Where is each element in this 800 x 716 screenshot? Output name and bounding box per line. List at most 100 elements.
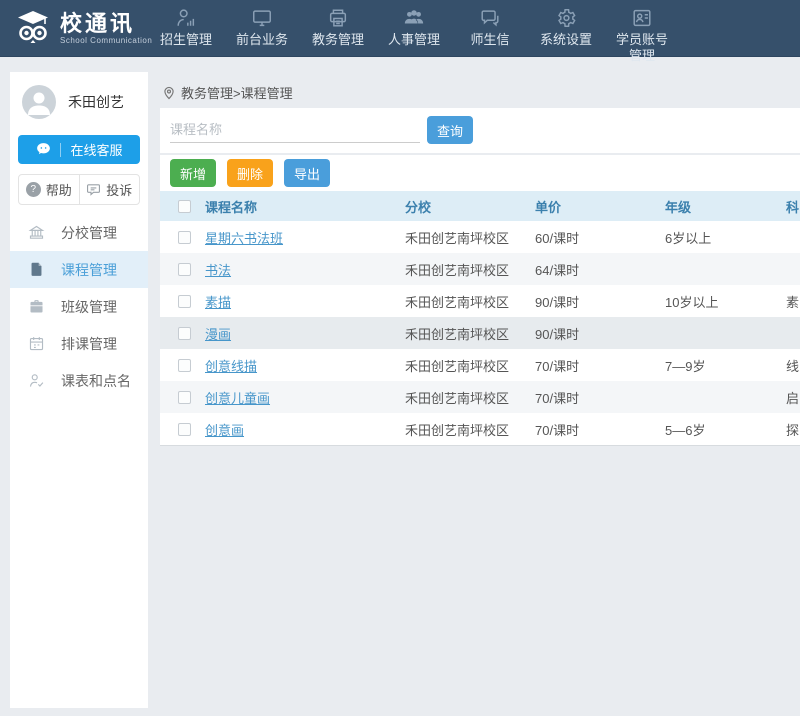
sidebar-menu-label: 课程管理 <box>61 260 117 280</box>
topnav-item[interactable]: 人事管理 <box>376 0 452 57</box>
column-header-price: 单价 <box>535 197 665 216</box>
course-name-link[interactable]: 创意儿童画 <box>205 391 270 406</box>
help-button[interactable]: ? 帮助 <box>19 175 79 204</box>
divider <box>60 143 61 157</box>
table-row: 素描 禾田创艺南坪校区 90/课时 10岁以上 素 <box>160 285 800 317</box>
subject-cell: 探 <box>786 420 800 439</box>
row-checkbox[interactable] <box>178 423 191 436</box>
branch-cell: 禾田创艺南坪校区 <box>405 292 535 311</box>
course-list-panel: 新增 删除 导出 课程名称 分校 单价 年级 科 星期六书法班 禾田创艺南坪校区… <box>160 155 800 446</box>
sidebar: 禾田创艺 在线客服 ? 帮助 投诉 分校管理 课程管理 <box>10 72 148 708</box>
book-icon <box>28 261 45 278</box>
table-row: 创意画 禾田创艺南坪校区 70/课时 5—6岁 探 <box>160 413 800 445</box>
sidebar-menu-item[interactable]: 班级管理 <box>10 288 148 325</box>
table-row: 书法 禾田创艺南坪校区 64/课时 <box>160 253 800 285</box>
id-card-icon <box>631 7 653 29</box>
branch-cell: 禾田创艺南坪校区 <box>405 260 535 279</box>
topnav-item[interactable]: 前台业务 <box>224 0 300 57</box>
course-name-link[interactable]: 漫画 <box>205 327 231 342</box>
topnav-item[interactable]: 招生管理 <box>148 0 224 57</box>
subject-cell: 线 <box>786 356 800 375</box>
sidebar-menu-label: 班级管理 <box>61 297 117 317</box>
breadcrumb: 教务管理>课程管理 <box>162 83 293 102</box>
complaint-button[interactable]: 投诉 <box>79 175 140 204</box>
course-name-link[interactable]: 创意画 <box>205 423 244 438</box>
user-name: 禾田创艺 <box>68 92 124 112</box>
user-row: 禾田创艺 <box>10 72 148 129</box>
table-row: 创意儿童画 禾田创艺南坪校区 70/课时 启 <box>160 381 800 413</box>
help-complaint-row: ? 帮助 投诉 <box>18 174 140 205</box>
table-row: 创意线描 禾田创艺南坪校区 70/课时 7—9岁 线 <box>160 349 800 381</box>
topnav-items: 招生管理 前台业务 教务管理 人事管理 师生信 <box>148 0 680 57</box>
table-row: 星期六书法班 禾田创艺南坪校区 60/课时 6岁以上 <box>160 221 800 253</box>
row-checkbox[interactable] <box>178 295 191 308</box>
column-header-grade: 年级 <box>665 197 786 216</box>
gear-icon <box>555 7 577 29</box>
action-buttons: 新增 删除 导出 <box>160 155 800 191</box>
row-checkbox[interactable] <box>178 327 191 340</box>
person-check-icon <box>28 372 45 389</box>
sidebar-menu-item[interactable]: 课表和点名 <box>10 362 148 399</box>
course-name-link[interactable]: 创意线描 <box>205 359 257 374</box>
app-subtitle: School Communication <box>60 36 152 45</box>
online-service-label: 在线客服 <box>70 140 122 159</box>
main-content: 教务管理>课程管理 查询 新增 删除 导出 课程名称 分校 单价 年级 科 星期… <box>160 57 800 716</box>
sidebar-menu-label: 分校管理 <box>61 223 117 243</box>
grade-cell: 10岁以上 <box>665 292 786 311</box>
breadcrumb-text: 教务管理>课程管理 <box>181 83 293 102</box>
monitor-icon <box>251 7 273 29</box>
price-cell: 70/课时 <box>535 356 665 375</box>
add-button[interactable]: 新增 <box>170 159 216 187</box>
avatar <box>22 85 56 119</box>
printer-icon <box>327 7 349 29</box>
sidebar-menu-item[interactable]: 课程管理 <box>10 251 148 288</box>
sidebar-menu-item[interactable]: 排课管理 <box>10 325 148 362</box>
delete-button[interactable]: 删除 <box>227 159 273 187</box>
row-checkbox[interactable] <box>178 359 191 372</box>
course-name-link[interactable]: 书法 <box>205 263 231 278</box>
subject-cell: 素 <box>786 292 800 311</box>
wechat-icon <box>35 141 52 158</box>
price-cell: 70/课时 <box>535 388 665 407</box>
export-button[interactable]: 导出 <box>284 159 330 187</box>
branch-cell: 禾田创艺南坪校区 <box>405 228 535 247</box>
person-signal-icon <box>175 7 197 29</box>
app-title: 校通讯 <box>60 12 152 36</box>
table-row: 漫画 禾田创艺南坪校区 90/课时 <box>160 317 800 349</box>
topnav-item[interactable]: 教务管理 <box>300 0 376 57</box>
row-checkbox[interactable] <box>178 263 191 276</box>
search-panel: 查询 <box>160 108 800 153</box>
complaint-label: 投诉 <box>106 180 132 199</box>
row-checkbox[interactable] <box>178 391 191 404</box>
question-circle-icon: ? <box>26 182 41 197</box>
course-name-input[interactable] <box>170 117 420 143</box>
branch-cell: 禾田创艺南坪校区 <box>405 324 535 343</box>
briefcase-icon <box>28 298 45 315</box>
grade-cell: 6岁以上 <box>665 228 786 247</box>
location-pin-icon <box>162 86 176 100</box>
topnav-item[interactable]: 师生信 <box>452 0 528 57</box>
select-all-checkbox[interactable] <box>178 200 191 213</box>
sidebar-menu-label: 排课管理 <box>61 334 117 354</box>
price-cell: 70/课时 <box>535 420 665 439</box>
column-header-branch: 分校 <box>405 197 535 216</box>
price-cell: 90/课时 <box>535 324 665 343</box>
grade-cell: 5—6岁 <box>665 420 786 439</box>
sidebar-menu-item[interactable]: 分校管理 <box>10 214 148 251</box>
query-button[interactable]: 查询 <box>427 116 473 144</box>
branch-cell: 禾田创艺南坪校区 <box>405 388 535 407</box>
grade-cell: 7—9岁 <box>665 356 786 375</box>
speech-bubble-icon <box>86 182 101 197</box>
online-service-button[interactable]: 在线客服 <box>18 135 140 164</box>
table-header: 课程名称 分校 单价 年级 科 <box>160 191 800 221</box>
price-cell: 64/课时 <box>535 260 665 279</box>
course-name-link[interactable]: 素描 <box>205 295 231 310</box>
course-name-link[interactable]: 星期六书法班 <box>205 231 283 246</box>
topnav-item[interactable]: 学员账号管理 <box>604 0 680 57</box>
subject-cell: 启 <box>786 388 800 407</box>
topnav-item[interactable]: 系统设置 <box>528 0 604 57</box>
row-checkbox[interactable] <box>178 231 191 244</box>
calendar-icon <box>28 335 45 352</box>
sidebar-menu: 分校管理 课程管理 班级管理 排课管理 课表和点名 <box>10 214 148 399</box>
table-body: 星期六书法班 禾田创艺南坪校区 60/课时 6岁以上 书法 禾田创艺南坪校区 6… <box>160 221 800 445</box>
